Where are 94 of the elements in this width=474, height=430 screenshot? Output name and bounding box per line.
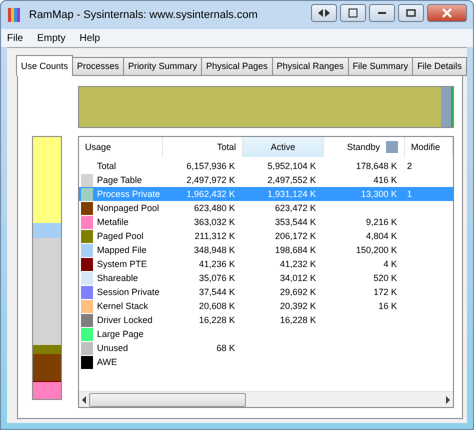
usage-label: Large Page [97,329,144,339]
usage-label: Total [97,161,116,171]
table-cell: 1 [407,189,412,199]
table-row[interactable]: Large Page [79,327,453,341]
table-row[interactable]: Kernel Stack 20,608 K 20,392 K 16 K [79,299,453,313]
usage-label: System PTE [97,259,148,269]
table-cell: 623,480 K [194,203,235,213]
table-cell: 37,544 K [198,287,235,297]
table-row[interactable]: Unused 68 K [79,341,453,355]
square-icon [348,8,358,18]
scroll-left-icon[interactable] [81,396,87,404]
table-cell: 16,228 K [280,315,316,325]
double-arrow-icon [318,9,330,17]
table-cell: 150,200 K [356,245,397,255]
column-header[interactable]: Active [243,137,324,157]
table-cell: 416 K [373,175,397,185]
table-cell: 520 K [373,273,397,283]
table-cell: 20,392 K [280,301,316,311]
window-title: RamMap - Sysinternals: www.sysinternals.com [29,9,259,21]
maximize-button[interactable] [398,4,424,22]
table-cell: 178,648 K [356,161,397,171]
horizontal-scrollbar[interactable] [79,391,453,407]
table-cell: 34,012 K [280,273,316,283]
table-row[interactable]: Paged Pool 211,312 K 206,172 K 4,804 K [79,229,453,243]
usage-label: Page Table [97,175,142,185]
usage-label: Unused [97,343,128,353]
table-cell: 623,472 K [274,203,316,213]
table-row[interactable]: Page Table 2,497,972 K 2,497,552 K 416 K [79,173,453,187]
table-cell: 29,692 K [280,287,316,297]
table-row[interactable]: Shareable 35,076 K 34,012 K 520 K [79,271,453,285]
table-cell: 4 K [383,259,397,269]
table-cell: 206,172 K [274,231,316,241]
usage-label: Driver Locked [97,315,153,325]
usage-label: AWE [97,357,118,367]
maximize-icon [406,9,416,17]
minimize-button[interactable] [369,4,395,22]
usage-label: Session Private [97,287,160,297]
table-cell: 6,157,936 K [186,161,235,171]
menu-item[interactable]: File [7,32,24,44]
table-row[interactable]: Driver Locked 16,228 K 16,228 K [79,313,453,327]
table-row[interactable]: Mapped File 348,948 K 198,684 K 150,200 K [79,243,453,257]
usage-label: Metafile [97,217,129,227]
table-cell: 198,684 K [274,245,316,255]
table-row[interactable]: Total 6,157,936 K 5,952,104 K 178,648 K 2 [79,159,453,173]
table-cell: 13,300 K [360,189,397,199]
table-row[interactable]: Nonpaged Pool 623,480 K 623,472 K [79,201,453,215]
minimize-icon [377,11,387,15]
table-cell: 41,232 K [280,259,316,269]
table-row[interactable]: AWE [79,355,453,369]
usage-label: Paged Pool [97,231,144,241]
close-button[interactable] [427,4,467,22]
table-cell: 4,804 K [366,231,397,241]
table-cell: 2,497,552 K [267,175,316,185]
table-cell: 1,962,432 K [186,189,235,199]
tab[interactable]: File Summary [348,57,414,76]
table-cell: 363,032 K [194,217,235,227]
table-cell: 68 K [216,343,235,353]
table-cell: 16 K [378,301,397,311]
menu-item[interactable]: Help [79,32,100,44]
tab[interactable]: Physical Ranges [272,57,349,76]
usage-label: Mapped File [97,245,147,255]
table-cell: 20,608 K [198,301,235,311]
table-cell: 5,952,104 K [267,161,316,171]
tab[interactable]: File Details [412,57,467,76]
scroll-right-icon[interactable] [445,396,451,404]
table-cell: 172 K [373,287,397,297]
window-icon-button[interactable] [340,4,366,22]
menu-item[interactable]: Empty [37,32,66,44]
usage-label: Shareable [97,273,138,283]
table-row[interactable]: Metafile 363,032 K 353,544 K 9,216 K [79,215,453,229]
tab[interactable]: Physical Pages [201,57,273,76]
table-cell: 353,544 K [274,217,316,227]
close-icon [442,8,452,18]
table-cell: 9,216 K [366,217,397,227]
tab[interactable]: Priority Summary [123,57,202,76]
table-cell: 16,228 K [198,315,235,325]
double-arrow-button[interactable] [311,4,337,22]
tab[interactable]: Processes [72,57,124,76]
table-cell: 1,931,124 K [267,189,316,199]
scroll-thumb[interactable] [89,392,246,406]
table-cell: 2,497,972 K [186,175,235,185]
usage-label: Kernel Stack [97,301,148,311]
usage-label: Nonpaged Pool [97,203,160,213]
table-row[interactable]: System PTE 41,236 K 41,232 K 4 K [79,257,453,271]
usage-label: Process Private [97,189,160,199]
table-cell: 2 [407,161,412,171]
tab[interactable]: Use Counts [16,55,74,76]
app-icon [7,7,23,23]
table-cell: 211,312 K [194,231,235,241]
color-swatch-icon [386,141,398,153]
table-cell: 348,948 K [194,245,235,255]
table-row[interactable]: Session Private 37,544 K 29,692 K 172 K [79,285,453,299]
table-cell: 35,076 K [198,273,235,283]
table-cell: 41,236 K [198,259,235,269]
